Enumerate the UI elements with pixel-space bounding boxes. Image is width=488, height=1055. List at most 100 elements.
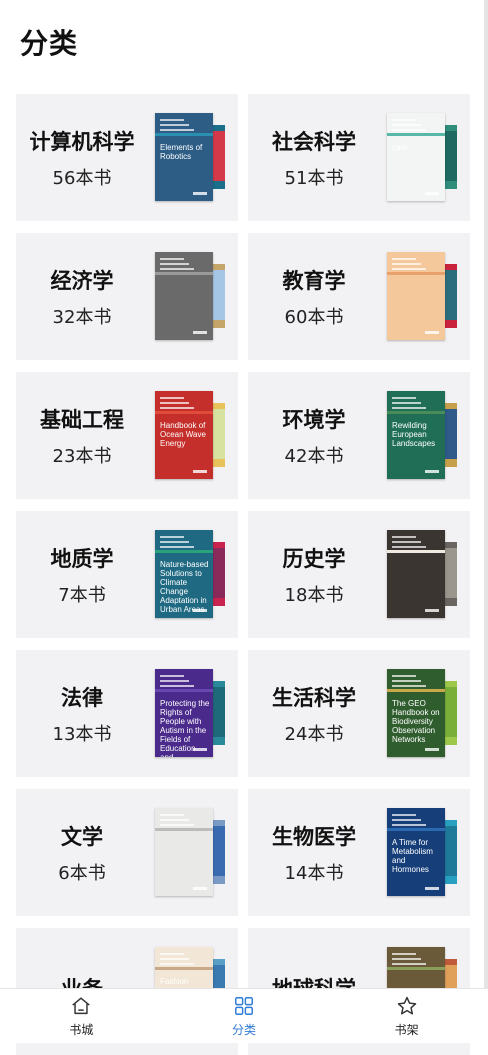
publisher-logo xyxy=(193,748,207,751)
page-title: 分类 xyxy=(20,27,79,60)
grid-icon xyxy=(235,996,253,1015)
category-name: 生物医学 xyxy=(272,824,356,849)
cover-author-lines xyxy=(392,814,432,829)
bottom-navigation: 书城 分类 书架 xyxy=(0,988,488,1043)
cover-title: Rewilding European Landscapes xyxy=(392,421,436,448)
category-card[interactable]: 基础工程 23本书 Handbook of Ocean Wave Energy xyxy=(16,372,238,499)
cover-author-lines xyxy=(160,397,200,412)
book-cover-stack: Protecting the Rights of People with Aut… xyxy=(155,669,227,759)
category-text: 经济学 32本书 xyxy=(16,233,148,360)
nav-tab-category[interactable]: 分类 xyxy=(163,989,326,1043)
category-name: 生活科学 xyxy=(272,685,356,710)
category-card[interactable]: 社会科学 51本书 care xyxy=(248,94,470,221)
nav-tab-bookshelf[interactable]: 书架 xyxy=(325,989,488,1043)
book-count: 23本书 xyxy=(52,445,112,467)
category-name: 环境学 xyxy=(282,407,346,432)
book-cover: Nature-based Solutions to Climate Change… xyxy=(155,530,213,618)
category-name: 法律 xyxy=(61,685,103,710)
book-cover: The GEO Handbook on Biodiversity Observa… xyxy=(387,669,445,757)
category-card[interactable]: 法律 13本书 Protecting the Rights of People wi… xyxy=(16,650,238,777)
book-cover: Elements of Robotics xyxy=(155,113,213,201)
category-text: 法律 13本书 xyxy=(16,650,148,777)
cover-author-lines xyxy=(160,536,200,551)
category-name: 文学 xyxy=(61,824,103,849)
category-card[interactable]: 环境学 42本书 Rewilding European Landscapes xyxy=(248,372,470,499)
book-count: 6本书 xyxy=(58,862,106,884)
book-cover-stack: Handbook of Ocean Wave Energy xyxy=(155,391,227,481)
publisher-logo xyxy=(193,470,207,473)
book-cover-stack: Nature-based Solutions to Climate Change… xyxy=(155,530,227,620)
scrollbar[interactable] xyxy=(484,0,488,988)
cover-title: Elements of Robotics xyxy=(160,143,203,161)
category-text: 社会科学 51本书 xyxy=(248,94,380,221)
book-count: 32本书 xyxy=(52,306,112,328)
category-card[interactable]: 计算机科学 56本书 Elements of Robotics xyxy=(16,94,238,221)
category-card[interactable]: 教育学 60本书 xyxy=(248,233,470,360)
cover-author-lines xyxy=(160,119,200,134)
category-card[interactable]: 地质学 7本书 Nature-based Solutions to Climate … xyxy=(16,511,238,638)
cover-author-lines xyxy=(392,953,432,968)
category-text: 计算机科学 56本书 xyxy=(16,94,148,221)
category-card[interactable]: 历史学 18本书 xyxy=(248,511,470,638)
cover-title: Handbook of Ocean Wave Energy xyxy=(160,421,206,448)
book-count: 7本书 xyxy=(58,584,106,606)
book-cover-stack: care xyxy=(387,113,459,203)
category-name: 计算机科学 xyxy=(29,129,135,154)
book-cover-stack xyxy=(155,252,227,342)
category-text: 历史学 18本书 xyxy=(248,511,380,638)
cover-author-lines xyxy=(160,258,200,273)
category-grid: 计算机科学 56本书 Elements of Robotics 社会科学 51本书 car… xyxy=(16,94,471,1055)
cover-author-lines xyxy=(160,814,200,829)
publisher-logo xyxy=(425,748,439,751)
cover-title: The GEO Handbook on Biodiversity Observa… xyxy=(392,699,440,744)
book-cover-stack xyxy=(387,530,459,620)
book-cover-stack: The GEO Handbook on Biodiversity Observa… xyxy=(387,669,459,759)
book-count: 42本书 xyxy=(284,445,344,467)
book-cover xyxy=(387,530,445,618)
book-cover-stack: A Time for Metabolism and Hormones xyxy=(387,808,459,898)
category-name: 基础工程 xyxy=(40,407,124,432)
category-name: 地质学 xyxy=(50,546,114,571)
category-text: 教育学 60本书 xyxy=(248,233,380,360)
cover-title: A Time for Metabolism and Hormones xyxy=(392,838,433,874)
home-icon xyxy=(72,996,91,1014)
category-text: 生物医学 14本书 xyxy=(248,789,380,916)
book-count: 18本书 xyxy=(284,584,344,606)
book-count: 60本书 xyxy=(284,306,344,328)
publisher-logo xyxy=(425,609,439,612)
category-name: 历史学 xyxy=(282,546,346,571)
nav-tab-bookstore[interactable]: 书城 xyxy=(0,989,163,1043)
nav-label: 书架 xyxy=(394,1022,419,1037)
cover-author-lines xyxy=(392,536,432,551)
book-cover: Rewilding European Landscapes xyxy=(387,391,445,479)
category-name: 社会科学 xyxy=(272,129,356,154)
book-cover: Handbook of Ocean Wave Energy xyxy=(155,391,213,479)
book-cover-stack: Rewilding European Landscapes xyxy=(387,391,459,481)
cover-author-lines xyxy=(392,397,432,412)
book-cover: care xyxy=(387,113,445,201)
category-name: 经济学 xyxy=(50,268,114,293)
cover-author-lines xyxy=(160,675,200,690)
book-cover: A Time for Metabolism and Hormones xyxy=(387,808,445,896)
category-card[interactable]: 生物医学 14本书 A Time for Metabolism and Hormon… xyxy=(248,789,470,916)
book-cover xyxy=(155,252,213,340)
book-count: 56本书 xyxy=(52,167,112,189)
publisher-logo xyxy=(193,331,207,334)
category-card[interactable]: 经济学 32本书 xyxy=(16,233,238,360)
book-count: 24本书 xyxy=(284,723,344,745)
publisher-logo xyxy=(425,192,439,195)
book-count: 13本书 xyxy=(52,723,112,745)
book-cover-stack xyxy=(387,252,459,342)
category-card[interactable]: 文学 6本书 xyxy=(16,789,238,916)
category-text: 地质学 7本书 xyxy=(16,511,148,638)
cover-title: Fashion xyxy=(160,977,189,986)
category-text: 生活科学 24本书 xyxy=(248,650,380,777)
category-text: 文学 6本书 xyxy=(16,789,148,916)
category-text: 环境学 42本书 xyxy=(248,372,380,499)
publisher-logo xyxy=(193,887,207,890)
category-card[interactable]: 生活科学 24本书 The GEO Handbook on Biodiversity… xyxy=(248,650,470,777)
publisher-logo xyxy=(193,192,207,195)
cover-author-lines xyxy=(392,119,432,134)
book-cover xyxy=(155,808,213,896)
category-name: 教育学 xyxy=(282,268,346,293)
